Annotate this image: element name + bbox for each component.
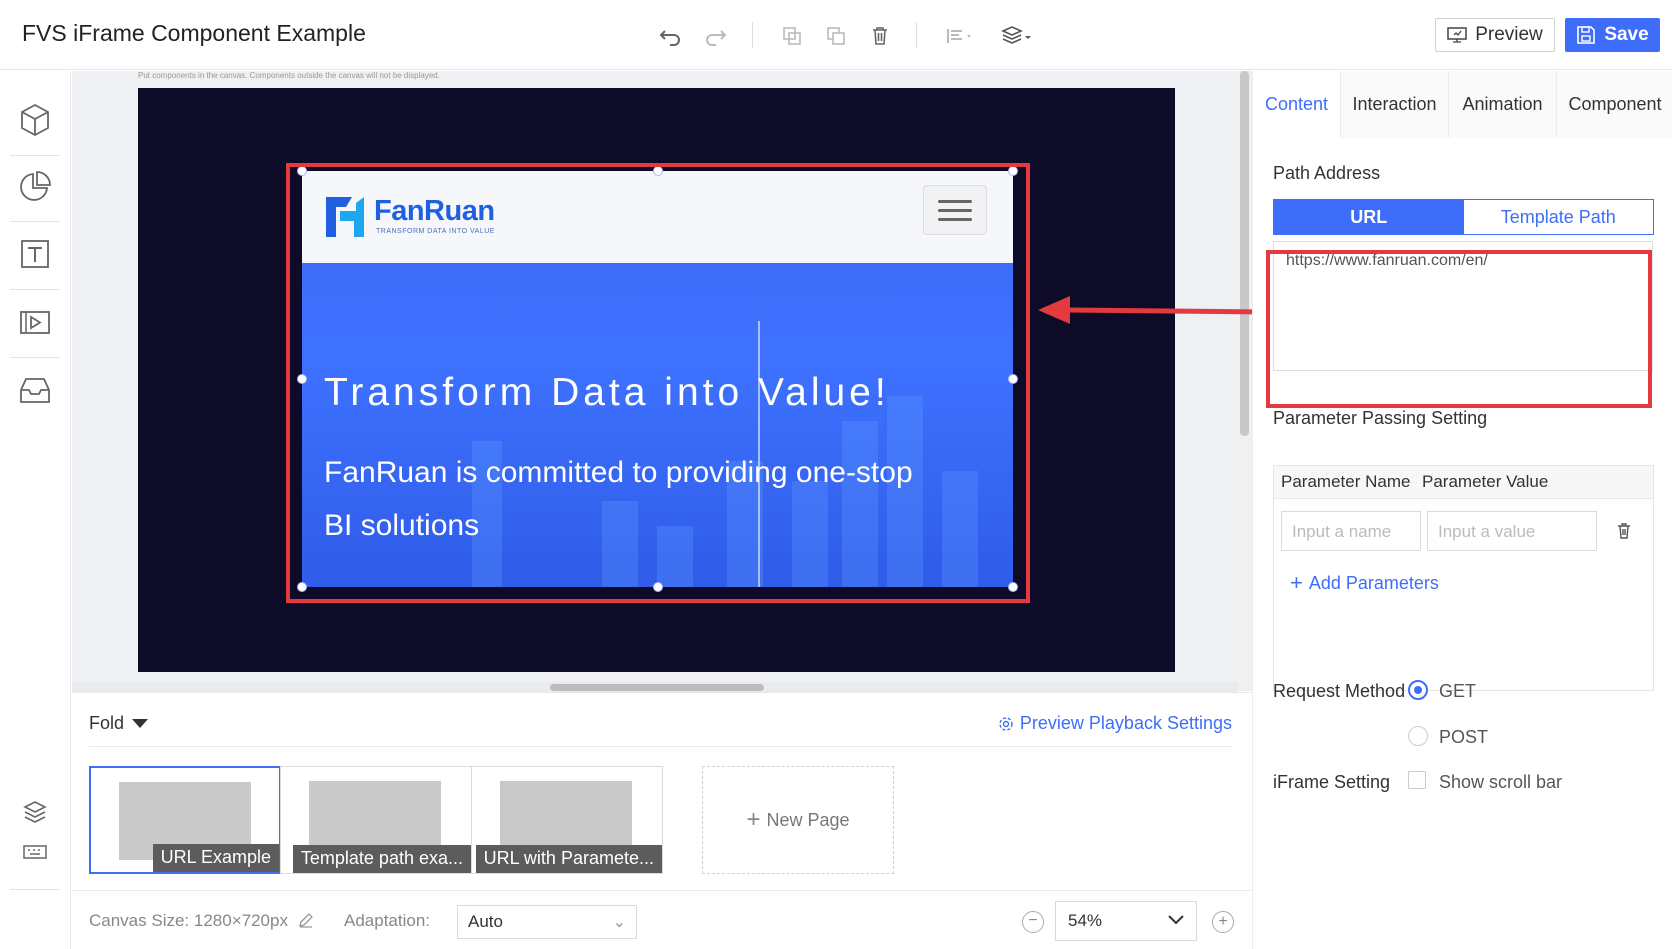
tab-content[interactable]: Content (1253, 71, 1341, 138)
layers-icon[interactable] (20, 797, 50, 827)
caret-down-icon (132, 719, 149, 728)
undo-icon[interactable] (656, 22, 684, 50)
add-parameters-button[interactable]: + Add Parameters (1290, 570, 1439, 596)
save-button[interactable]: Save (1565, 18, 1660, 52)
gear-icon (999, 716, 1013, 731)
radio-post[interactable] (1408, 726, 1428, 746)
layers-menu-icon[interactable] (998, 22, 1038, 50)
tab-animation[interactable]: Animation (1449, 71, 1557, 138)
parameter-passing-setting-label: Parameter Passing Setting (1273, 408, 1488, 428)
adaptation-label: Adaptation: (344, 911, 431, 930)
segment-url[interactable]: URL (1274, 200, 1464, 234)
send-backward-icon[interactable] (822, 22, 850, 50)
chevron-down-icon (1168, 915, 1184, 925)
preview-label: Preview (1475, 24, 1543, 45)
plus-icon: + (1290, 570, 1303, 595)
iframe-setting-label: iFrame Setting (1273, 772, 1391, 792)
page-thumbnail-label: URL with Paramete... (475, 845, 662, 873)
redo-icon[interactable] (702, 22, 730, 50)
new-page-label: New Page (766, 809, 850, 830)
segment-template-path[interactable]: Template Path (1463, 200, 1653, 234)
trash-icon[interactable] (1614, 521, 1634, 541)
parameter-value-input[interactable]: Input a value (1427, 511, 1597, 551)
keyboard-icon[interactable] (20, 837, 50, 867)
plus-icon: + (746, 806, 761, 833)
adaptation-value: Auto (468, 912, 503, 931)
top-toolbar: FVS iFrame Component Example Preview Sav… (0, 0, 1672, 70)
highlight-frame-url (1266, 250, 1652, 408)
zoom-in-icon[interactable]: + (1212, 911, 1234, 933)
fold-toggle[interactable]: Fold (89, 713, 149, 734)
highlight-frame-iframe (286, 163, 1030, 603)
post-label: POST (1439, 727, 1489, 747)
zoom-value: 54% (1068, 911, 1103, 930)
page-thumbnail[interactable]: URL Example (89, 766, 281, 874)
save-icon (1577, 26, 1596, 44)
adaptation-select[interactable]: Auto ⌄ (457, 905, 637, 939)
new-page-button[interactable]: + New Page (702, 766, 894, 874)
bring-forward-icon[interactable] (778, 22, 806, 50)
tab-component[interactable]: Component (1557, 71, 1672, 138)
canvas-size-button[interactable]: Canvas Size: 1280×720px (89, 911, 315, 931)
status-bar: Canvas Size: 1280×720px Adaptation: Auto… (72, 890, 1252, 949)
tab-interaction[interactable]: Interaction (1341, 71, 1449, 138)
parameter-value-header: Parameter Value (1422, 472, 1549, 491)
chart-pie-icon[interactable] (16, 168, 54, 206)
fold-label: Fold (89, 713, 125, 733)
canvas-horizontal-scroll-thumb[interactable] (550, 684, 764, 691)
preview-settings-label: Preview Playback Settings (1019, 713, 1232, 733)
save-label: Save (1604, 24, 1649, 45)
parameter-table: Parameter Name Parameter Value Input a n… (1273, 465, 1654, 691)
radio-get[interactable] (1408, 680, 1428, 700)
parameter-name-header: Parameter Name (1281, 472, 1411, 491)
property-tabs: Content Interaction Animation Component (1253, 71, 1672, 138)
canvas-horizontal-scrollbar[interactable] (72, 682, 1238, 692)
media-icon[interactable] (16, 303, 54, 341)
component-cube-icon[interactable] (16, 101, 54, 139)
show-scroll-bar-checkbox[interactable] (1408, 771, 1426, 789)
monitor-icon (1447, 27, 1467, 43)
get-label: GET (1439, 681, 1477, 701)
path-address-label: Path Address (1273, 163, 1381, 183)
edit-pencil-icon[interactable] (297, 911, 315, 929)
text-icon[interactable] (16, 235, 54, 273)
add-parameters-label: Add Parameters (1308, 572, 1439, 593)
parameter-table-header: Parameter Name Parameter Value (1274, 466, 1653, 499)
zoom-select[interactable]: 54% (1055, 901, 1197, 941)
zoom-out-icon[interactable]: − (1022, 911, 1044, 933)
canvas-hint: Put components in the canvas. Components… (138, 71, 440, 80)
request-method-label: Request Method (1273, 681, 1406, 701)
page-thumbnail-label: URL Example (152, 844, 279, 872)
page-thumbnail[interactable]: URL with Paramete... (471, 766, 663, 874)
page-thumbnail[interactable]: Template path exa... (280, 766, 472, 874)
preview-button[interactable]: Preview (1435, 18, 1555, 52)
delete-icon[interactable] (866, 22, 894, 50)
canvas-vertical-scroll-thumb[interactable] (1240, 71, 1249, 436)
show-scroll-bar-label: Show scroll bar (1439, 772, 1563, 792)
path-type-segmented-control[interactable]: URL Template Path (1273, 199, 1654, 235)
page-bar: Fold Preview Playback Settings URL Examp… (72, 692, 1252, 889)
preview-playback-settings-link[interactable]: Preview Playback Settings (998, 713, 1232, 734)
annotation-arrow-icon (1038, 296, 1267, 324)
component-sidebar (0, 71, 71, 949)
properties-panel: Content Interaction Animation Component … (1252, 71, 1672, 949)
page-thumbnail-label: Template path exa... (292, 845, 471, 873)
app-title: FVS iFrame Component Example (22, 20, 366, 46)
inbox-icon[interactable] (16, 371, 54, 409)
canvas-size-label: Canvas Size: 1280×720px (89, 911, 288, 930)
align-icon[interactable] (942, 22, 982, 50)
chevron-down-icon: ⌄ (612, 914, 626, 931)
parameter-name-input[interactable]: Input a name (1281, 511, 1421, 551)
